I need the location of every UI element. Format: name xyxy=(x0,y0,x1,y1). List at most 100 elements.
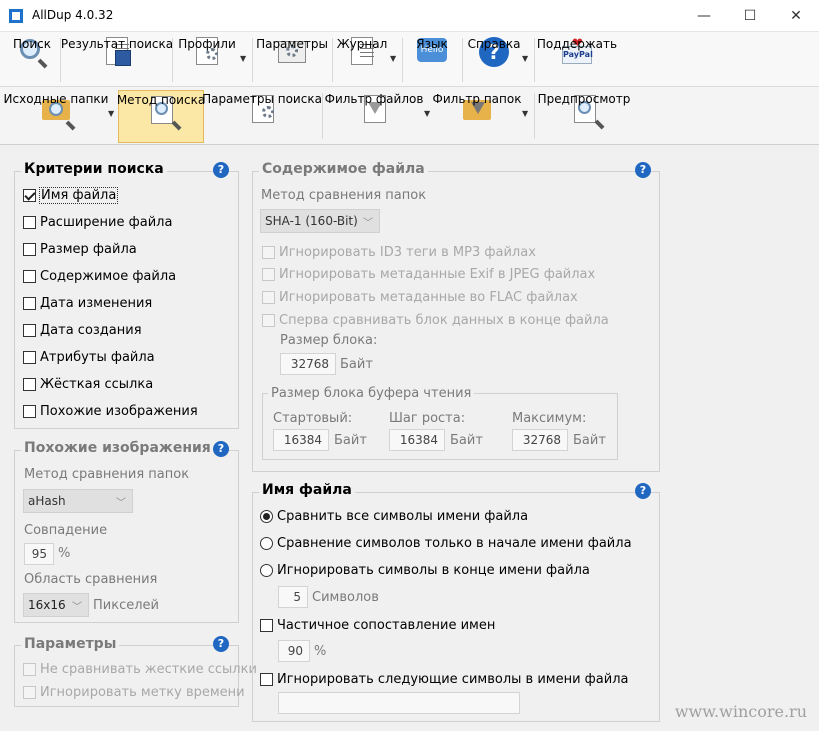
criteria-attributes-checkbox[interactable]: Атрибуты файла xyxy=(23,350,155,365)
watermark: www.wincore.ru xyxy=(674,702,807,721)
criteria-help-icon[interactable]: ? xyxy=(213,162,229,178)
toolbar-separator xyxy=(534,93,535,139)
checkbox-box[interactable] xyxy=(260,619,273,632)
ignore-timestamp-checkbox[interactable]: Игнорировать метку времени xyxy=(23,685,245,700)
checkbox-box[interactable] xyxy=(262,268,275,281)
ignore-chars-input[interactable] xyxy=(278,692,520,714)
checkbox-box[interactable] xyxy=(23,189,36,202)
filename-group xyxy=(252,492,660,722)
donate-button[interactable]: ❤ PayPal Поддержать xyxy=(537,34,617,86)
log-dropdown-arrow[interactable]: ▼ xyxy=(390,54,396,63)
buffer-start-input[interactable]: 16384 xyxy=(273,429,329,451)
partial-match-checkbox[interactable]: Частичное сопоставление имен xyxy=(260,618,495,633)
source-folders-button[interactable]: Исходные папки xyxy=(4,90,108,143)
folder-filter-dropdown-arrow[interactable]: ▼ xyxy=(522,109,528,118)
params-title: Параметры xyxy=(21,636,120,652)
checkbox-box[interactable] xyxy=(262,314,275,327)
buffer-step-input[interactable]: 16384 xyxy=(389,429,445,451)
criteria-hardlink-checkbox[interactable]: Жёсткая ссылка xyxy=(23,377,153,392)
radio-dot[interactable] xyxy=(260,564,273,577)
no-hardlinks-checkbox[interactable]: Не сравнивать жесткие ссылки xyxy=(23,662,257,677)
checkbox-box[interactable] xyxy=(23,686,36,699)
settings-button[interactable]: Параметры xyxy=(256,34,328,86)
checkbox-box[interactable] xyxy=(23,270,36,283)
ignore-end-chars-radio[interactable]: Игнорировать символы в конце имени файла xyxy=(260,563,590,578)
search-button[interactable]: Поиск xyxy=(8,34,56,86)
chevron-down-icon: ﹀ xyxy=(72,602,82,613)
language-button[interactable]: Hello Язык xyxy=(408,34,456,86)
chars-count-unit: Символов xyxy=(312,590,379,605)
params-help-icon[interactable]: ? xyxy=(213,636,229,652)
buffer-max-input[interactable]: 32768 xyxy=(512,429,568,451)
checkbox-box[interactable] xyxy=(262,246,275,259)
criteria-modified-checkbox[interactable]: Дата изменения xyxy=(23,296,152,311)
toolbar-separator xyxy=(252,38,253,82)
radio-dot[interactable] xyxy=(260,537,273,550)
criteria-similar-images-checkbox[interactable]: Похожие изображения xyxy=(23,404,198,419)
area-label: Область сравнения xyxy=(24,572,158,587)
ignore-id3-checkbox[interactable]: Игнорировать ID3 теги в MP3 файлах xyxy=(262,245,536,260)
checkbox-box[interactable] xyxy=(260,673,273,686)
block-size-input[interactable]: 32768 xyxy=(280,353,336,375)
checkbox-box[interactable] xyxy=(23,405,36,418)
compare-all-chars-radio[interactable]: Сравнить все символы имени файла xyxy=(260,509,528,524)
criteria-filename-checkbox[interactable]: Имя файла xyxy=(23,187,119,204)
chevron-down-icon: ﹀ xyxy=(363,218,373,229)
criteria-created-checkbox[interactable]: Дата создания xyxy=(23,323,142,338)
search-method-button[interactable]: Метод поиска xyxy=(117,90,205,143)
checkbox-box[interactable] xyxy=(23,216,36,229)
area-select[interactable]: 16x16 ﹀ xyxy=(23,593,89,617)
preview-button[interactable]: Предпросмотр xyxy=(538,90,630,143)
minimize-button[interactable]: — xyxy=(681,0,727,32)
save-results-button[interactable]: Результат поиска xyxy=(61,34,173,86)
image-method-select[interactable]: aHash ﹀ xyxy=(23,489,133,513)
chars-count-input[interactable]: 5 xyxy=(278,586,308,608)
app-icon xyxy=(9,9,23,23)
search-toolbar: Исходные папки ▼ Метод поиска Параметры … xyxy=(0,87,819,145)
maximize-button[interactable]: ☐ xyxy=(727,0,773,32)
profiles-button[interactable]: Профили xyxy=(176,34,238,86)
buffer-start-unit: Байт xyxy=(334,433,367,448)
checkbox-box[interactable] xyxy=(23,324,36,337)
ignore-exif-checkbox[interactable]: Игнорировать метаданные Exif в JPEG файл… xyxy=(262,267,595,282)
partial-match-input[interactable]: 90 xyxy=(278,640,310,662)
log-button[interactable]: Журнал xyxy=(336,34,388,86)
help-dropdown-arrow[interactable]: ▼ xyxy=(522,54,528,63)
checkbox-box[interactable] xyxy=(23,378,36,391)
toolbar-separator xyxy=(402,38,403,82)
close-button[interactable]: ✕ xyxy=(773,0,819,32)
ignore-flac-checkbox[interactable]: Игнорировать метаданные во FLAC файлах xyxy=(262,290,578,305)
content-method-select[interactable]: SHA-1 (160-Bit) ﹀ xyxy=(260,209,380,233)
match-label: Совпадение xyxy=(24,523,108,538)
compare-end-block-checkbox[interactable]: Сперва сравнивать блок данных в конце фа… xyxy=(262,313,609,328)
buffer-max-unit: Байт xyxy=(573,433,606,448)
checkbox-box[interactable] xyxy=(23,297,36,310)
filename-title: Имя файла xyxy=(259,482,355,498)
checkbox-box[interactable] xyxy=(23,351,36,364)
match-input[interactable]: 95 xyxy=(24,543,54,565)
buffer-max-label: Максимум: xyxy=(512,411,587,426)
search-params-button[interactable]: Параметры поиска xyxy=(202,90,322,143)
criteria-size-checkbox[interactable]: Размер файла xyxy=(23,242,137,257)
checkbox-box[interactable] xyxy=(23,663,36,676)
source-folders-dropdown-arrow[interactable]: ▼ xyxy=(108,109,114,118)
file-filter-button[interactable]: Фильтр файлов xyxy=(325,90,423,143)
filename-help-icon[interactable]: ? xyxy=(635,483,651,499)
window-title: AllDup 4.0.32 xyxy=(32,8,114,22)
partial-match-unit: % xyxy=(314,644,327,659)
checkbox-box[interactable] xyxy=(23,243,36,256)
criteria-content-checkbox[interactable]: Содержимое файла xyxy=(23,269,176,284)
content-method-label: Метод сравнения папок xyxy=(261,188,427,203)
ignore-chars-checkbox[interactable]: Игнорировать следующие символы в имени ф… xyxy=(260,672,628,687)
similar-images-help-icon[interactable]: ? xyxy=(213,441,229,457)
folder-filter-button[interactable]: Фильтр папок xyxy=(433,90,521,143)
help-button[interactable]: ? Справка xyxy=(466,34,522,86)
criteria-extension-checkbox[interactable]: Расширение файла xyxy=(23,215,172,230)
profiles-dropdown-arrow[interactable]: ▼ xyxy=(240,54,246,63)
content-help-icon[interactable]: ? xyxy=(635,162,651,178)
radio-dot[interactable] xyxy=(260,510,273,523)
checkbox-box[interactable] xyxy=(262,291,275,304)
file-filter-dropdown-arrow[interactable]: ▼ xyxy=(424,109,430,118)
image-method-label: Метод сравнения папок xyxy=(24,467,190,482)
compare-start-chars-radio[interactable]: Сравнение символов только в начале имени… xyxy=(260,536,632,551)
